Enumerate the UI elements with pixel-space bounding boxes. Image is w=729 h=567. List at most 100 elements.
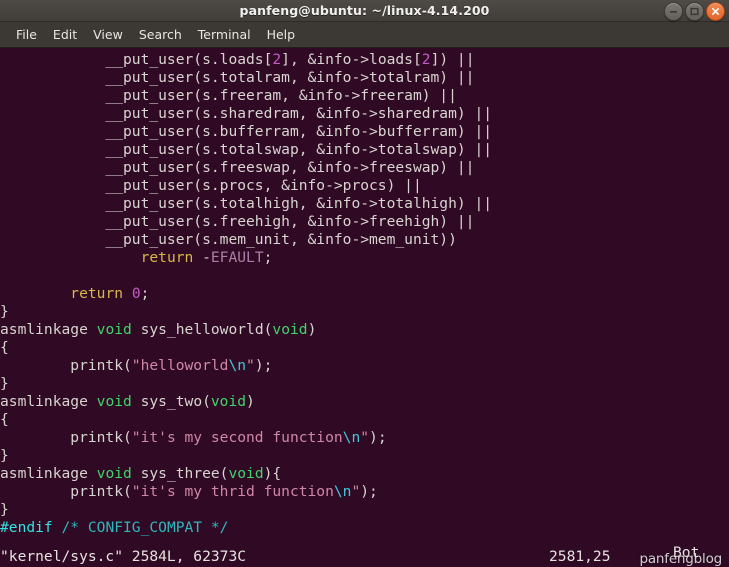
code-token: void — [96, 465, 132, 482]
code-token: ], &info->loads[ — [281, 51, 422, 68]
minimize-icon — [670, 10, 677, 13]
code-line: asmlinkage void sys_three(void){ — [0, 465, 729, 483]
code-token: } — [0, 375, 9, 392]
window-title: panfeng@ubuntu: ~/linux-4.14.200 — [239, 3, 490, 18]
code-token: printk( — [0, 357, 132, 374]
minimize-button[interactable] — [664, 1, 683, 21]
code-line: __put_user(s.bufferram, &info->bufferram… — [0, 123, 729, 141]
code-token: { — [0, 339, 9, 356]
code-token: return — [140, 249, 194, 266]
code-token: ) — [307, 321, 317, 338]
code-token: __put_user(s.mem_unit, &info->mem_unit)) — [0, 231, 457, 248]
code-line: __put_user(s.sharedram, &info->sharedram… — [0, 105, 729, 123]
code-token: "it's my second function — [131, 429, 343, 446]
menu-item-view[interactable]: View — [85, 25, 131, 45]
code-token: \n — [342, 429, 361, 446]
code-token: return — [70, 285, 124, 302]
code-line: printk("it's my second function\n"); — [0, 429, 729, 447]
code-token: EFAULT — [210, 249, 264, 266]
vim-editor-buffer[interactable]: __put_user(s.loads[2], &info->loads[2]) … — [0, 48, 729, 567]
code-token: 2 — [421, 51, 431, 68]
code-token: } — [0, 303, 9, 320]
close-button[interactable] — [706, 1, 725, 21]
code-line: printk("helloworld\n"); — [0, 357, 729, 375]
code-token: __put_user(s.sharedram, &info->sharedram… — [0, 105, 493, 122]
menu-item-terminal[interactable]: Terminal — [190, 25, 259, 45]
menu-item-file[interactable]: File — [8, 25, 45, 45]
code-token: "it's my thrid function — [131, 483, 334, 500]
code-token: asmlinkage — [0, 465, 97, 482]
code-token: 2 — [272, 51, 282, 68]
code-token: printk( — [0, 429, 132, 446]
code-token: __put_user(s.loads[ — [0, 51, 273, 68]
code-token: void — [96, 393, 132, 410]
code-line: } — [0, 375, 729, 393]
code-line: } — [0, 303, 729, 321]
code-token: __put_user(s.freehigh, &info->freehigh) … — [0, 213, 475, 230]
code-token: printk( — [0, 483, 132, 500]
code-line: __put_user(s.freehigh, &info->freehigh) … — [0, 213, 729, 231]
status-file-info: "kernel/sys.c" 2584L, 62373C — [0, 548, 247, 565]
maximize-button[interactable] — [685, 1, 704, 21]
code-token: ){ — [263, 465, 282, 482]
status-position: Bot — [673, 544, 700, 561]
code-token: ); — [360, 483, 378, 500]
code-token: __put_user(s.bufferram, &info->bufferram… — [0, 123, 493, 140]
code-token: 0 — [131, 285, 141, 302]
code-token: void — [96, 321, 132, 338]
code-token: \n — [228, 357, 247, 374]
code-line: { — [0, 411, 729, 429]
code-token: asmlinkage — [0, 321, 97, 338]
terminal-window: panfeng@ubuntu: ~/linux-4.14.200 File Ed… — [0, 0, 729, 567]
code-token: " — [351, 483, 361, 500]
code-token: "helloworld — [131, 357, 229, 374]
close-icon — [712, 7, 719, 15]
code-token: } — [0, 501, 9, 518]
code-token: void — [228, 465, 264, 482]
maximize-icon — [690, 7, 699, 15]
vim-status-line: "kernel/sys.c" 2584L, 62373C 2581,25 Bot — [0, 544, 729, 567]
code-token: __put_user(s.totalram, &info->totalram) … — [0, 69, 475, 86]
title-bar[interactable]: panfeng@ubuntu: ~/linux-4.14.200 — [0, 0, 729, 22]
code-token: sys_helloworld( — [131, 321, 273, 338]
menu-item-search[interactable]: Search — [131, 25, 190, 45]
code-line: asmlinkage void sys_two(void) — [0, 393, 729, 411]
code-line: __put_user(s.freeswap, &info->freeswap) … — [0, 159, 729, 177]
code-token: ); — [254, 357, 273, 374]
code-line: } — [0, 501, 729, 519]
code-line: __put_user(s.totalswap, &info->totalswap… — [0, 141, 729, 159]
code-token: sys_two( — [131, 393, 211, 410]
code-token: __put_user(s.freeram, &info->freeram) || — [0, 87, 457, 104]
code-token: __put_user(s.freeswap, &info->freeswap) … — [0, 159, 475, 176]
code-line: __put_user(s.loads[2], &info->loads[2]) … — [0, 51, 729, 69]
code-line: return -EFAULT; — [0, 249, 729, 267]
code-token: ; — [140, 285, 150, 302]
code-token: __put_user(s.procs, &info->procs) || — [0, 177, 422, 194]
code-token: #endif — [0, 519, 53, 536]
code-token: /* CONFIG_COMPAT */ — [61, 519, 229, 536]
code-token: ; — [263, 249, 273, 266]
menu-item-edit[interactable]: Edit — [45, 25, 85, 45]
code-token: " — [360, 429, 370, 446]
menu-item-help[interactable]: Help — [259, 25, 304, 45]
code-token: sys_three( — [131, 465, 229, 482]
code-line: __put_user(s.totalhigh, &info->totalhigh… — [0, 195, 729, 213]
code-line: asmlinkage void sys_helloworld(void) — [0, 321, 729, 339]
code-line: } — [0, 447, 729, 465]
code-line: __put_user(s.procs, &info->procs) || — [0, 177, 729, 195]
code-token: } — [0, 447, 9, 464]
terminal-body[interactable]: __put_user(s.loads[2], &info->loads[2]) … — [0, 48, 729, 567]
code-token: { — [0, 411, 9, 428]
code-token: void — [210, 393, 247, 410]
status-ruler: 2581,25 — [549, 548, 611, 565]
code-token: __put_user(s.totalswap, &info->totalswap… — [0, 141, 493, 158]
code-line: __put_user(s.mem_unit, &info->mem_unit)) — [0, 231, 729, 249]
window-controls — [664, 0, 725, 22]
code-line: #endif /* CONFIG_COMPAT */ — [0, 519, 729, 537]
code-line: { — [0, 339, 729, 357]
